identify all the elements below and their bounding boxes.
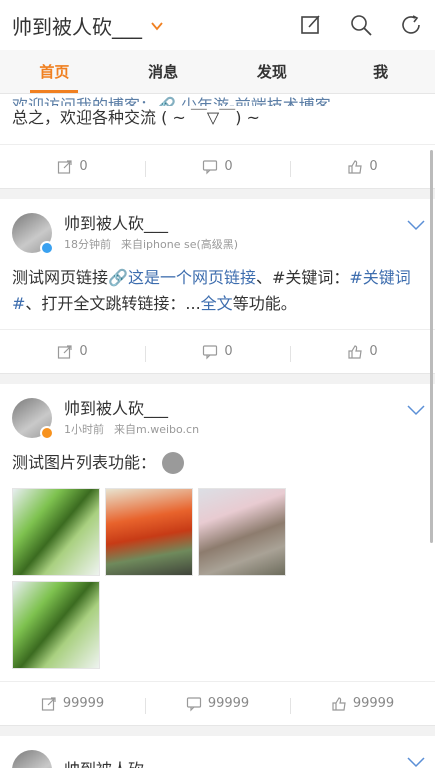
- content-text: 、#关键词：: [255, 268, 350, 287]
- thumbs-up-icon: [348, 344, 363, 359]
- chevron-down-icon[interactable]: [407, 404, 425, 416]
- tab-home[interactable]: 首页: [0, 50, 109, 93]
- repost-button[interactable]: 0: [0, 344, 145, 360]
- chevron-down-icon[interactable]: [150, 18, 164, 32]
- search-icon[interactable]: [349, 13, 373, 37]
- author-name[interactable]: 帅到被人砍___: [64, 399, 199, 419]
- post-source: 来自iphone se(高级黑): [121, 238, 239, 251]
- avatar[interactable]: [12, 398, 54, 440]
- like-count: 0: [369, 159, 378, 174]
- repost-count: 0: [79, 344, 88, 359]
- author-name[interactable]: 帅到被人砍: [64, 760, 144, 768]
- post-text-clipped[interactable]: 欢迎访问我的博客：🔗 少年游-前端技术博客: [12, 94, 423, 106]
- repost-icon: [58, 344, 72, 359]
- comment-count: 0: [224, 159, 233, 174]
- verified-badge-icon: [40, 241, 54, 255]
- post-image[interactable]: [198, 488, 286, 576]
- comment-icon: [203, 344, 218, 359]
- post-content: 测试网页链接🔗这是一个网页链接、#关键词：#关键词#、打开全文跳转链接：...全…: [0, 261, 435, 329]
- like-count: 99999: [352, 696, 395, 711]
- like-button[interactable]: 0: [290, 159, 435, 177]
- tab-discover[interactable]: 发现: [218, 50, 327, 93]
- post-header: 帅到被人砍___ 1小时前 来自m.weibo.cn: [0, 384, 435, 446]
- post-actions: 0 0 0: [0, 144, 435, 188]
- feed[interactable]: 欢迎访问我的博客：🔗 少年游-前端技术博客 总之，欢迎各种交流 ( ~ ￣▽￣)…: [0, 94, 435, 768]
- full-text-link[interactable]: 全文: [201, 294, 233, 313]
- chevron-down-icon[interactable]: [407, 756, 425, 768]
- repost-button[interactable]: 99999: [0, 696, 145, 712]
- avatar[interactable]: [12, 213, 54, 255]
- chevron-down-icon[interactable]: [407, 219, 425, 231]
- post-header: 帅到被人砍___ 18分钟前 来自iphone se(高级黑): [0, 199, 435, 261]
- post-content: 测试图片列表功能：: [0, 446, 435, 488]
- repost-button[interactable]: 0: [0, 159, 145, 175]
- tab-messages[interactable]: 消息: [109, 50, 218, 93]
- top-bar: 帅到被人砍___: [0, 0, 435, 50]
- post-image[interactable]: [12, 581, 100, 669]
- scrollbar[interactable]: [430, 150, 433, 543]
- post-header: 帅到被人砍: [0, 736, 435, 768]
- member-badge-icon: [40, 426, 54, 440]
- image-grid: [0, 488, 435, 681]
- main-tabs: 首页 消息 发现 我: [0, 50, 435, 94]
- content-text: 测试网页链接: [12, 268, 109, 287]
- post-time: 18分钟前: [64, 238, 111, 251]
- author-name[interactable]: 帅到被人砍___: [64, 214, 238, 234]
- repost-icon: [58, 159, 72, 174]
- refresh-icon[interactable]: [399, 13, 423, 37]
- thumbs-up-icon: [332, 696, 346, 711]
- page-title[interactable]: 帅到被人砍___: [12, 11, 142, 40]
- tab-me[interactable]: 我: [326, 50, 435, 93]
- comment-button[interactable]: 0: [145, 159, 290, 177]
- feed-card: 欢迎访问我的博客：🔗 少年游-前端技术博客 总之，欢迎各种交流 ( ~ ￣▽￣)…: [0, 94, 435, 189]
- post-actions: 99999 99999 99999: [0, 681, 435, 725]
- comment-icon: [186, 696, 201, 711]
- avatar[interactable]: [12, 750, 52, 768]
- thumbs-up-icon: [348, 159, 363, 174]
- like-button[interactable]: 0: [290, 344, 435, 362]
- compose-icon[interactable]: [299, 13, 323, 37]
- loading-spinner-icon: [162, 452, 185, 474]
- content-text: 测试图片列表功能：: [12, 453, 157, 472]
- post-actions: 0 0 0: [0, 329, 435, 373]
- post-text: 欢迎访问我的博客：🔗 少年游-前端技术博客 总之，欢迎各种交流 ( ~ ￣▽￣)…: [0, 94, 435, 130]
- repost-count: 99999: [62, 696, 105, 711]
- comment-icon: [203, 159, 218, 174]
- feed-card: 帅到被人砍: [0, 736, 435, 768]
- post-image[interactable]: [12, 488, 100, 576]
- content-text: 、打开全文跳转链接：...: [25, 294, 201, 313]
- post-text-line: 总之，欢迎各种交流 ( ~ ￣▽￣) ~: [12, 108, 260, 127]
- feed-card: 帅到被人砍___ 1小时前 来自m.weibo.cn 测试图片列表功能： 9999…: [0, 384, 435, 726]
- comment-button[interactable]: 0: [145, 344, 290, 362]
- like-count: 0: [369, 344, 378, 359]
- comment-button[interactable]: 99999: [145, 696, 290, 714]
- like-button[interactable]: 99999: [290, 696, 435, 714]
- post-time: 1小时前: [64, 423, 104, 436]
- comment-count: 99999: [207, 696, 250, 711]
- content-text: 等功能。: [232, 294, 297, 313]
- repost-count: 0: [79, 159, 88, 174]
- post-image[interactable]: [105, 488, 193, 576]
- web-link[interactable]: 🔗这是一个网页链接: [108, 268, 256, 287]
- feed-card: 帅到被人砍___ 18分钟前 来自iphone se(高级黑) 测试网页链接🔗这是…: [0, 199, 435, 374]
- post-source: 来自m.weibo.cn: [114, 423, 200, 436]
- comment-count: 0: [224, 344, 233, 359]
- repost-icon: [41, 696, 56, 711]
